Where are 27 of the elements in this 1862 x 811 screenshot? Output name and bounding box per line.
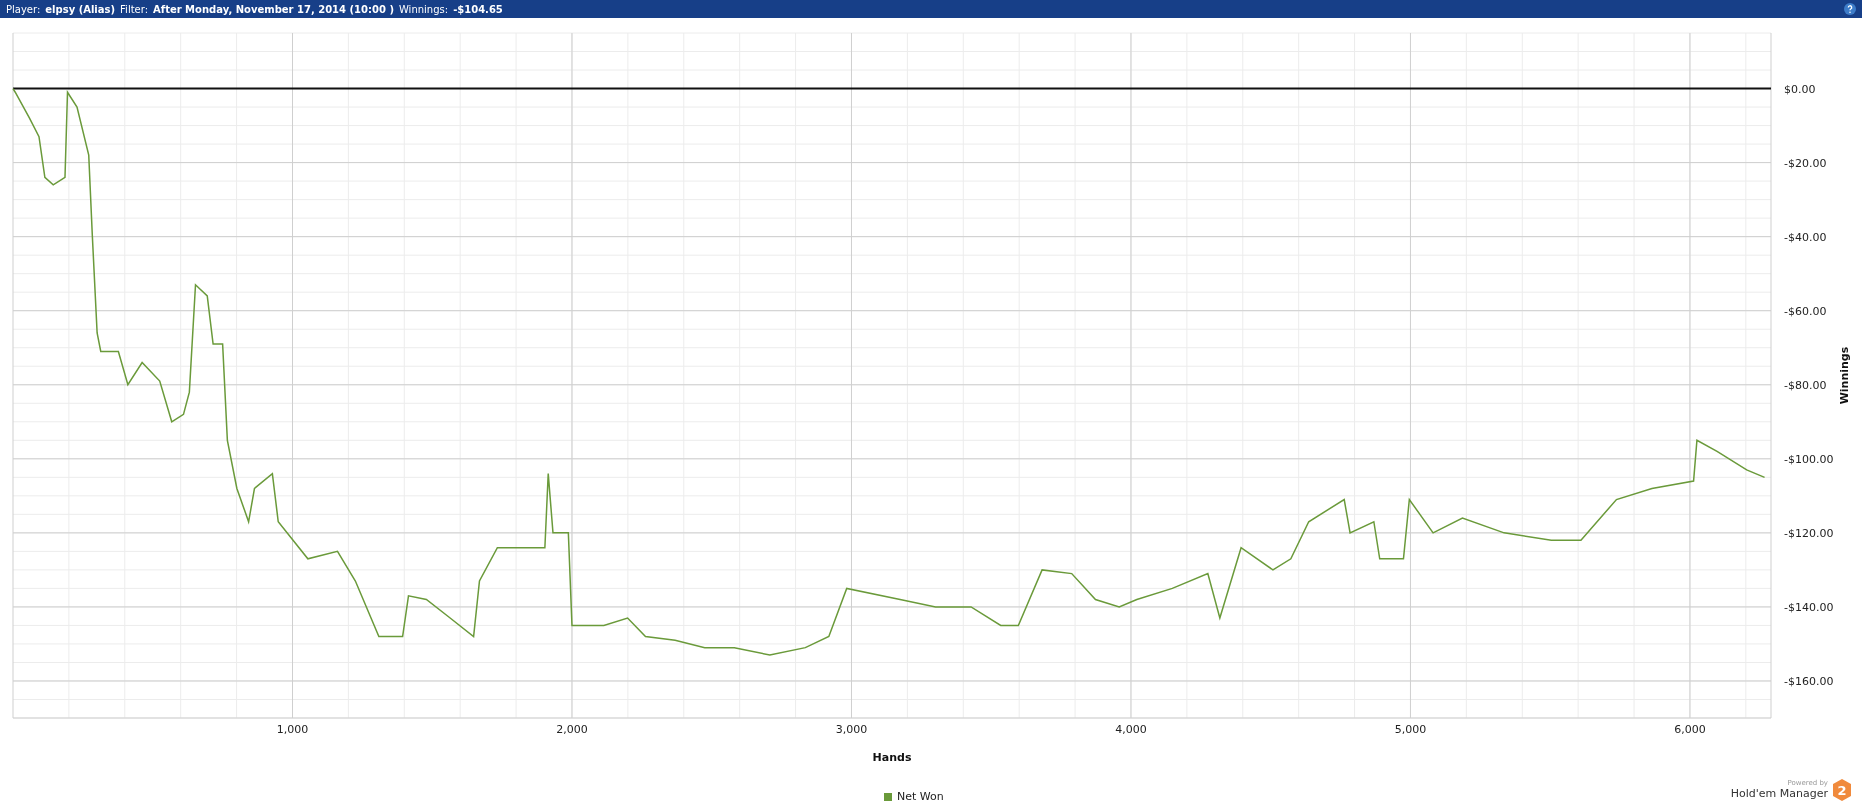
- x-tick-label: 1,000: [276, 723, 309, 736]
- field-label: Player:: [6, 3, 41, 15]
- y-tick-label: -$40.00: [1784, 230, 1827, 244]
- y-tick-label: -$120.00: [1784, 526, 1834, 540]
- x-tick-label: 2,000: [556, 723, 588, 736]
- y-axis-title: Winnings: [1838, 346, 1851, 405]
- product-name: Hold'em Manager: [1730, 787, 1828, 800]
- y-tick-label: $0.00: [1784, 82, 1816, 96]
- x-tick-label: 3,000: [835, 723, 868, 736]
- x-axis-title: Hands: [872, 751, 912, 764]
- y-tick-label: -$60.00: [1784, 304, 1827, 318]
- field-value: After Monday, November 17, 2014 (10:00 ): [153, 3, 394, 15]
- x-tick-label: 5,000: [1394, 723, 1427, 736]
- field-value: -$104.65: [453, 3, 503, 15]
- field-value: elpsy (Alias): [45, 3, 116, 15]
- help-icon[interactable]: [1844, 3, 1856, 15]
- field-label: Winnings:: [398, 3, 449, 15]
- y-tick-label: -$100.00: [1784, 452, 1834, 466]
- x-tick-label: 4,000: [1115, 723, 1147, 736]
- legend-label: Net Won: [897, 790, 944, 803]
- x-tick-label: 6,000: [1674, 723, 1706, 736]
- logo-mark: 2: [1832, 778, 1852, 801]
- y-tick-label: -$140.00: [1784, 600, 1834, 614]
- field-label: Filter:: [120, 3, 149, 15]
- y-tick-label: -$20.00: [1784, 156, 1827, 170]
- y-tick-label: -$160.00: [1784, 674, 1834, 688]
- y-tick-label: -$80.00: [1784, 378, 1827, 392]
